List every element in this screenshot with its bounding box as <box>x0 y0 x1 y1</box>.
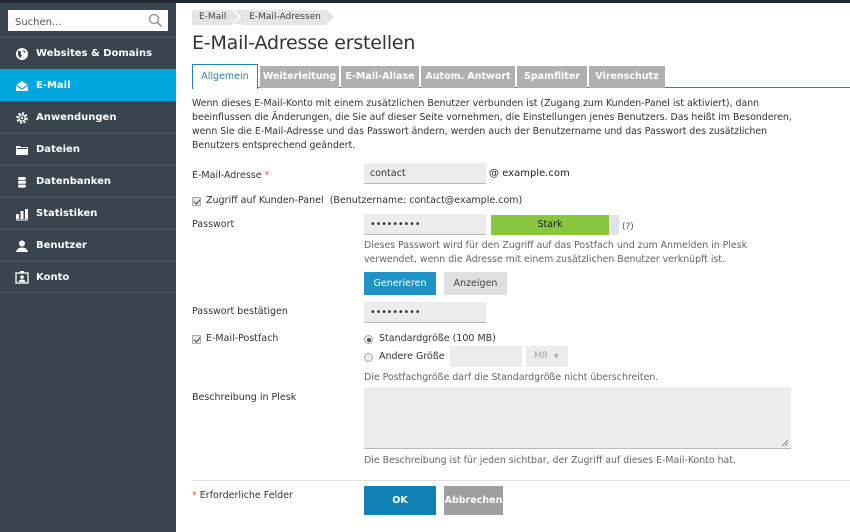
size-other-radio[interactable] <box>364 353 373 362</box>
sidebar-nav: Websites & Domains E-Mail Anwendungen Da… <box>0 37 176 293</box>
sidebar-item-konto[interactable]: Konto <box>0 261 176 293</box>
globe-icon <box>15 47 29 61</box>
sidebar-item-label: Statistiken <box>36 208 98 219</box>
panel-access-label: Zugriff auf Kunden-Panel (Benutzername: … <box>206 195 522 206</box>
password-label: Passwort <box>192 219 235 230</box>
email-address-label-text: E-Mail-Adresse <box>192 170 262 181</box>
mailbox-checkbox[interactable] <box>192 335 201 344</box>
intro-text: Wenn dieses E-Mail-Konto mit einem zusät… <box>192 98 792 151</box>
required-mark: * <box>192 490 197 501</box>
search-icon[interactable] <box>148 13 163 28</box>
required-fields-text: Erforderliche Felder <box>199 490 293 501</box>
sidebar-item-label: Websites & Domains <box>36 48 153 59</box>
confirm-password-input[interactable] <box>364 302 486 323</box>
breadcrumb-email-addresses[interactable]: E-Mail-Adressen <box>234 10 334 25</box>
resize-grip-icon[interactable] <box>782 440 788 446</box>
sidebar-item-datenbanken[interactable]: Datenbanken <box>0 165 176 197</box>
email-address-label: E-Mail-Adresse * <box>192 170 269 181</box>
password-strength-meter: Stark <box>491 215 619 235</box>
size-default-label: Standardgröße (100 MB) <box>379 333 496 344</box>
cancel-button[interactable]: Abbrechen <box>444 486 503 515</box>
breadcrumb: E-Mail E-Mail-Adressen <box>192 10 336 25</box>
account-icon <box>15 270 29 284</box>
breadcrumb-email[interactable]: E-Mail <box>192 10 240 25</box>
folder-icon <box>15 143 29 157</box>
panel-access-note: (Benutzername: contact@example.com) <box>329 195 523 206</box>
app: Websites & Domains E-Mail Anwendungen Da… <box>0 0 850 532</box>
password-strength-label: Stark <box>537 219 563 230</box>
help-link[interactable]: (?) <box>622 222 634 232</box>
size-unit-value: MB <box>534 351 548 361</box>
form-divider <box>192 480 850 481</box>
confirm-password-label: Passwort bestätigen <box>192 306 288 317</box>
sidebar-item-label: Benutzer <box>36 240 87 251</box>
description-hint: Die Beschreibung ist für jeden sichtbar,… <box>364 455 736 466</box>
sidebar-item-dateien[interactable]: Dateien <box>0 133 176 165</box>
required-fields-note: * Erforderliche Felder <box>192 490 293 501</box>
sidebar-item-label: Anwendungen <box>36 112 117 123</box>
password-hint: Dieses Passwort wird für den Zugriff auf… <box>364 240 748 265</box>
sidebar-item-label: Dateien <box>36 144 80 155</box>
panel-access-checkbox[interactable] <box>192 197 201 206</box>
tab-bar: Allgemein Weiterleitung E-Mail-Aliase Au… <box>192 64 850 89</box>
tab-virenschutz[interactable]: Virenschutz <box>589 66 665 88</box>
search-box <box>8 10 168 33</box>
password-input[interactable] <box>364 214 486 235</box>
generate-password-button[interactable]: Generieren <box>364 272 436 295</box>
description-label: Beschreibung in Plesk <box>192 392 297 403</box>
tab-email-aliase[interactable]: E-Mail-Aliase <box>341 66 419 88</box>
bar-chart-icon <box>15 207 29 221</box>
tab-spamfilter[interactable]: Spamfilter <box>517 66 587 88</box>
show-password-button[interactable]: Anzeigen <box>444 272 507 295</box>
size-other-input[interactable] <box>450 346 522 367</box>
sidebar-item-email[interactable]: E-Mail <box>0 69 176 101</box>
size-unit-select[interactable]: MB ▼ <box>526 346 568 367</box>
tab-allgemein[interactable]: Allgemein <box>192 64 258 89</box>
ok-button[interactable]: OK <box>364 486 436 515</box>
sidebar-item-statistiken[interactable]: Statistiken <box>0 197 176 229</box>
sidebar-item-label: Konto <box>36 271 70 283</box>
email-domain: @ example.com <box>489 168 570 179</box>
sidebar-item-websites-domains[interactable]: Websites & Domains <box>0 37 176 69</box>
database-icon <box>15 175 29 189</box>
search-input[interactable] <box>8 12 138 33</box>
chevron-down-icon: ▼ <box>553 353 559 360</box>
size-other-label: Andere Größe <box>379 351 445 362</box>
email-address-input[interactable] <box>364 163 486 184</box>
description-textarea[interactable] <box>364 387 791 449</box>
tab-autom-antwort[interactable]: Autom. Antwort <box>421 66 515 88</box>
sidebar-item-label: Datenbanken <box>36 176 112 187</box>
size-default-radio[interactable] <box>364 335 373 344</box>
sidebar: Websites & Domains E-Mail Anwendungen Da… <box>0 3 176 532</box>
mailbox-label: E-Mail-Postfach <box>206 333 279 344</box>
tab-weiterleitung[interactable]: Weiterleitung <box>260 66 339 88</box>
sidebar-item-label: E-Mail <box>36 80 71 91</box>
panel-access-label-text: Zugriff auf Kunden-Panel <box>206 195 324 206</box>
sidebar-item-anwendungen[interactable]: Anwendungen <box>0 101 176 133</box>
page-title: E-Mail-Adresse erstellen <box>192 32 416 54</box>
sidebar-item-benutzer[interactable]: Benutzer <box>0 229 176 261</box>
required-mark: * <box>264 170 270 181</box>
size-hint: Die Postfachgröße darf die Standardgröße… <box>364 372 659 383</box>
user-icon <box>15 239 29 253</box>
envelope-icon <box>15 79 29 93</box>
gear-icon <box>15 111 29 125</box>
